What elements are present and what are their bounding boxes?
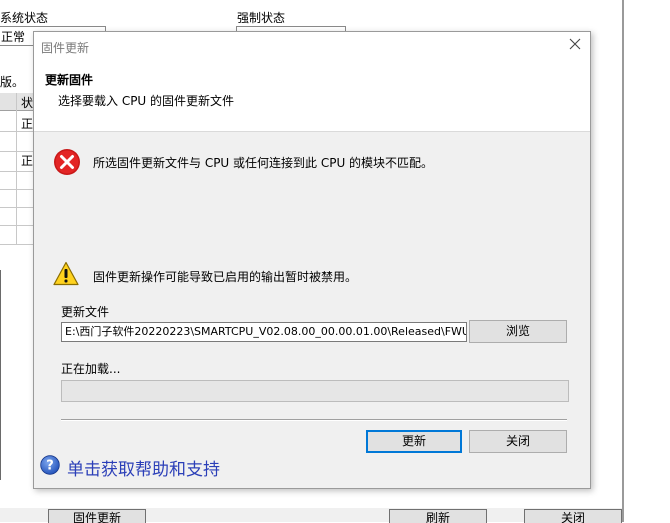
dialog-header-panel: 更新固件 选择要载入 CPU 的固件更新文件 <box>34 60 590 132</box>
loading-progress-bar <box>61 380 569 402</box>
system-status-label: 系统状态 <box>0 11 49 25</box>
browse-button[interactable]: 浏览 <box>469 320 567 343</box>
header-title: 更新固件 <box>45 73 94 87</box>
loading-label: 正在加载... <box>61 362 121 376</box>
close-icon[interactable] <box>568 37 582 51</box>
error-message: 所选固件更新文件与 CPU 或任何连接到此 CPU 的模块不匹配。 <box>93 156 434 170</box>
grid-cell: 正 <box>21 154 34 168</box>
grid-cell: 正 <box>21 117 34 131</box>
force-status-label: 强制状态 <box>237 11 286 25</box>
firmware-update-button[interactable]: 固件更新 <box>48 509 146 523</box>
warning-icon <box>53 261 79 286</box>
refresh-button[interactable]: 刷新 <box>389 509 487 523</box>
help-support-link[interactable]: 单击获取帮助和支持 <box>67 455 220 480</box>
svg-text:?: ? <box>46 459 54 474</box>
dialog-title: 固件更新 <box>41 41 90 55</box>
dialog-titlebar: 固件更新 <box>34 32 590 60</box>
error-icon <box>54 149 80 175</box>
separator <box>61 419 567 421</box>
version-text-fragment: 版。 <box>0 75 25 89</box>
update-file-path-input[interactable]: E:\西门子软件20220223\SMARTCPU_V02.08.00_00.0… <box>61 322 467 342</box>
grid-header-label: 状 <box>21 96 34 110</box>
close-button[interactable]: 关闭 <box>469 430 567 453</box>
firmware-update-dialog: 固件更新 更新固件 选择要载入 CPU 的固件更新文件 所选固件更新文件与 CP… <box>33 31 591 489</box>
warning-message: 固件更新操作可能导致已启用的输出暂时被禁用。 <box>93 270 358 284</box>
update-file-label: 更新文件 <box>61 305 110 319</box>
background-close-button[interactable]: 关闭 <box>524 509 622 523</box>
help-icon[interactable]: ? <box>40 455 60 475</box>
header-subtitle: 选择要载入 CPU 的固件更新文件 <box>58 94 235 108</box>
update-button[interactable]: 更新 <box>366 430 462 453</box>
system-status-value: 正常 <box>1 30 26 44</box>
